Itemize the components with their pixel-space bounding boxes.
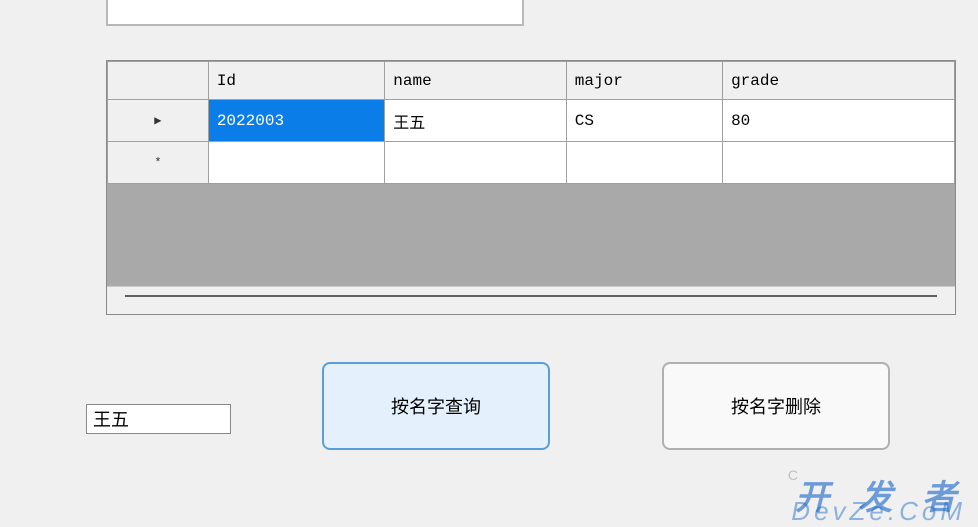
grid-corner-cell[interactable] — [108, 62, 209, 100]
watermark-line1: 开 发 者 — [795, 470, 966, 519]
table-row[interactable]: ▶ 2022003 王五 CS 80 — [108, 100, 955, 142]
cell-grade[interactable]: 80 — [723, 100, 955, 142]
watermark-line2: DevZe.CoM — [791, 496, 966, 527]
top-input-box[interactable] — [106, 0, 524, 26]
table-row[interactable]: * — [108, 142, 955, 184]
column-header-name[interactable]: name — [385, 62, 567, 100]
scrollbar-thumb[interactable] — [125, 295, 937, 297]
grid-empty-area — [107, 184, 955, 274]
cell-major[interactable] — [566, 142, 722, 184]
cell-name[interactable]: 王五 — [385, 100, 567, 142]
cell-id[interactable] — [208, 142, 384, 184]
column-header-id[interactable]: Id — [208, 62, 384, 100]
grid-body: Id name major grade ▶ 2022003 王五 CS 80 * — [107, 61, 955, 291]
watermark-faint: C — [788, 467, 798, 483]
row-indicator-new[interactable]: * — [108, 142, 209, 184]
cell-grade[interactable] — [723, 142, 955, 184]
grid-header-row: Id name major grade — [108, 62, 955, 100]
cell-major[interactable]: CS — [566, 100, 722, 142]
search-by-name-button[interactable]: 按名字查询 — [322, 362, 550, 450]
row-indicator-current[interactable]: ▶ — [108, 100, 209, 142]
name-search-input[interactable] — [86, 404, 231, 434]
column-header-major[interactable]: major — [566, 62, 722, 100]
column-header-grade[interactable]: grade — [723, 62, 955, 100]
cell-name[interactable] — [385, 142, 567, 184]
grid-table: Id name major grade ▶ 2022003 王五 CS 80 * — [107, 61, 955, 184]
delete-by-name-button[interactable]: 按名字删除 — [662, 362, 890, 450]
cell-id[interactable]: 2022003 — [208, 100, 384, 142]
data-grid[interactable]: Id name major grade ▶ 2022003 王五 CS 80 * — [106, 60, 956, 315]
horizontal-scrollbar[interactable] — [107, 286, 955, 314]
